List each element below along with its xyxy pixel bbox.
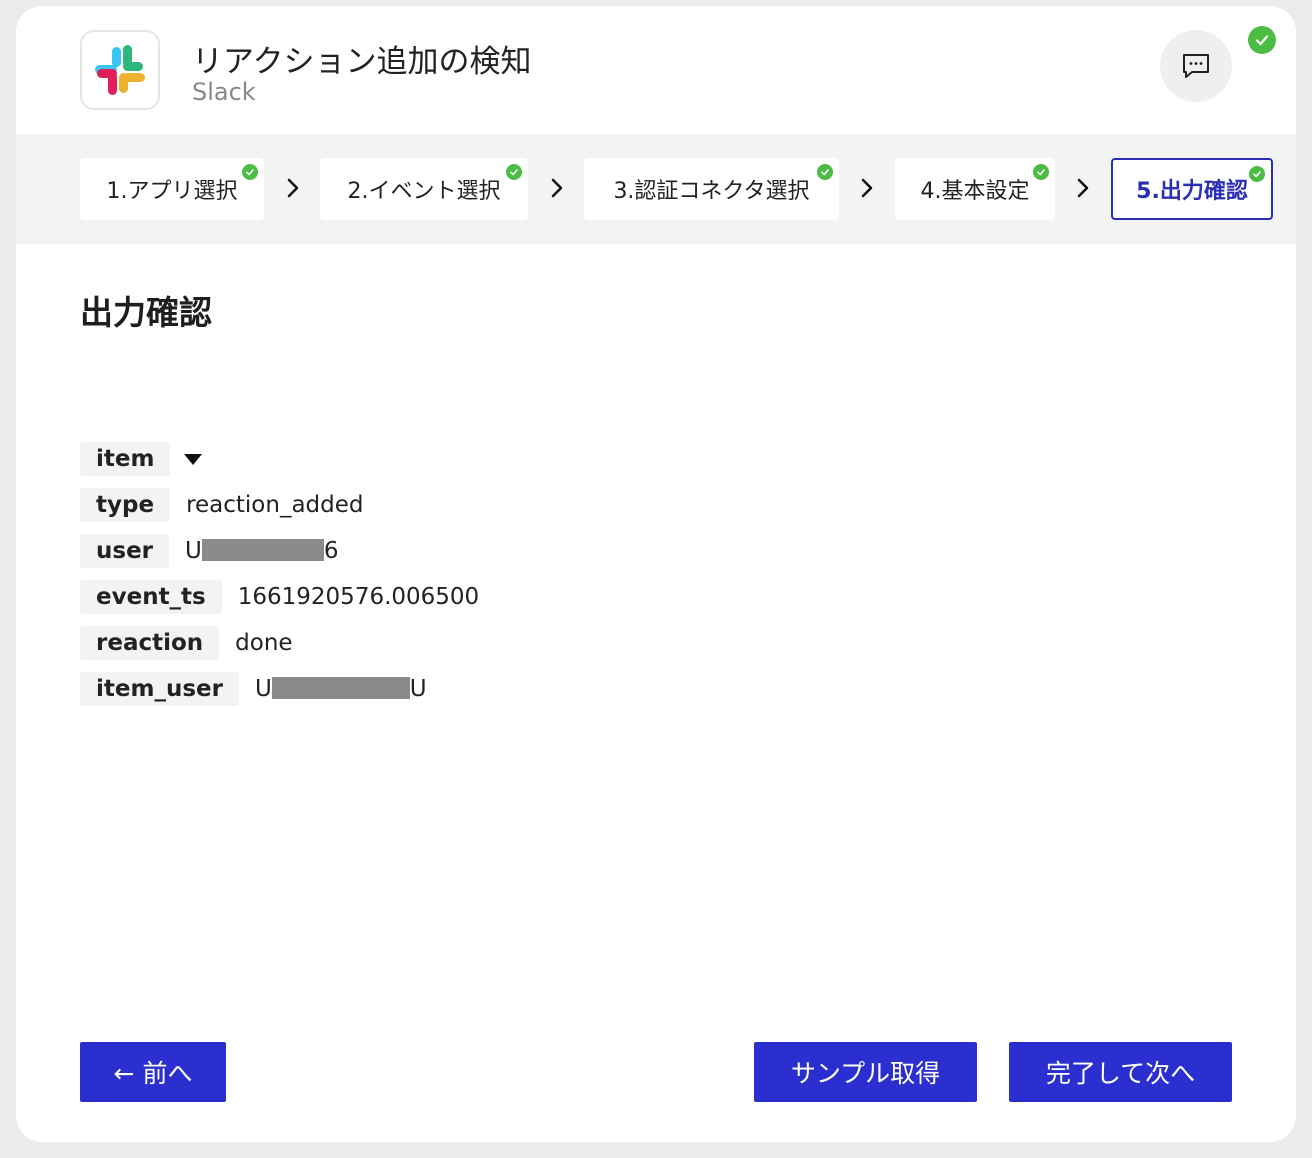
modal: リアクション追加の検知 Slack 1.アプリ選択 2.イベント選択 3.認証コ… xyxy=(16,6,1296,1142)
field-key: reaction xyxy=(80,626,220,660)
output-row-item-user: item_user UU xyxy=(80,672,427,706)
page-title: 出力確認 xyxy=(80,293,212,332)
field-value-redacted: UU xyxy=(255,676,427,702)
field-value-redacted: U6 xyxy=(185,538,338,564)
app-title: リアクション追加の検知 xyxy=(192,44,532,80)
back-button[interactable]: ← 前へ xyxy=(80,1042,226,1102)
value-prefix: U xyxy=(254,676,272,702)
value-suffix: U xyxy=(409,676,427,702)
chevron-right-icon xyxy=(1077,178,1089,198)
app-subtitle: Slack xyxy=(192,78,256,106)
output-row-user: user U6 xyxy=(80,534,339,568)
step-connector-select[interactable]: 3.認証コネクタ選択 xyxy=(584,158,839,220)
header: リアクション追加の検知 Slack xyxy=(16,6,1296,134)
field-value: reaction_added xyxy=(186,492,364,518)
step-label: 1.アプリ選択 xyxy=(106,179,238,204)
check-icon xyxy=(1033,164,1049,180)
step-output-check[interactable]: 5.出力確認 xyxy=(1111,158,1273,220)
complete-next-button[interactable]: 完了して次へ xyxy=(1009,1042,1232,1102)
check-icon xyxy=(817,164,833,180)
field-key: event_ts xyxy=(80,580,222,614)
redaction-bar xyxy=(201,539,324,561)
output-row-item: item xyxy=(80,442,203,476)
check-icon xyxy=(506,164,522,180)
field-key: type xyxy=(80,488,171,522)
step-navigation: 1.アプリ選択 2.イベント選択 3.認証コネクタ選択 4.基本設定 5.出力確… xyxy=(16,134,1296,244)
redaction-bar xyxy=(271,677,410,699)
step-label: 2.イベント選択 xyxy=(347,179,501,204)
step-app-select[interactable]: 1.アプリ選択 xyxy=(80,158,264,220)
step-label: 3.認証コネクタ選択 xyxy=(613,179,810,204)
check-icon xyxy=(242,164,258,180)
value-prefix: U xyxy=(185,538,202,564)
field-key: item xyxy=(80,442,171,476)
status-check-icon xyxy=(1248,26,1276,54)
step-label: 5.出力確認 xyxy=(1136,179,1248,204)
output-row-type: type reaction_added xyxy=(80,488,364,522)
sample-fetch-button[interactable]: サンプル取得 xyxy=(754,1042,977,1102)
value-suffix: 6 xyxy=(323,538,339,564)
chevron-right-icon xyxy=(861,178,873,198)
field-value: done xyxy=(235,630,293,656)
step-label: 4.基本設定 xyxy=(920,179,1030,204)
output-row-event-ts: event_ts 1661920576.006500 xyxy=(80,580,479,614)
expand-caret-icon[interactable] xyxy=(184,453,203,465)
step-basic-settings[interactable]: 4.基本設定 xyxy=(895,158,1055,220)
chevron-right-icon xyxy=(551,178,563,198)
check-icon xyxy=(1249,166,1265,182)
chevron-right-icon xyxy=(287,178,299,198)
field-key: item_user xyxy=(80,672,239,706)
chat-button[interactable] xyxy=(1160,30,1232,102)
chat-icon xyxy=(1183,54,1209,78)
slack-logo-icon xyxy=(80,30,160,110)
field-key: user xyxy=(80,534,170,568)
field-value: 1661920576.006500 xyxy=(237,584,480,610)
output-row-reaction: reaction done xyxy=(80,626,293,660)
step-event-select[interactable]: 2.イベント選択 xyxy=(320,158,528,220)
